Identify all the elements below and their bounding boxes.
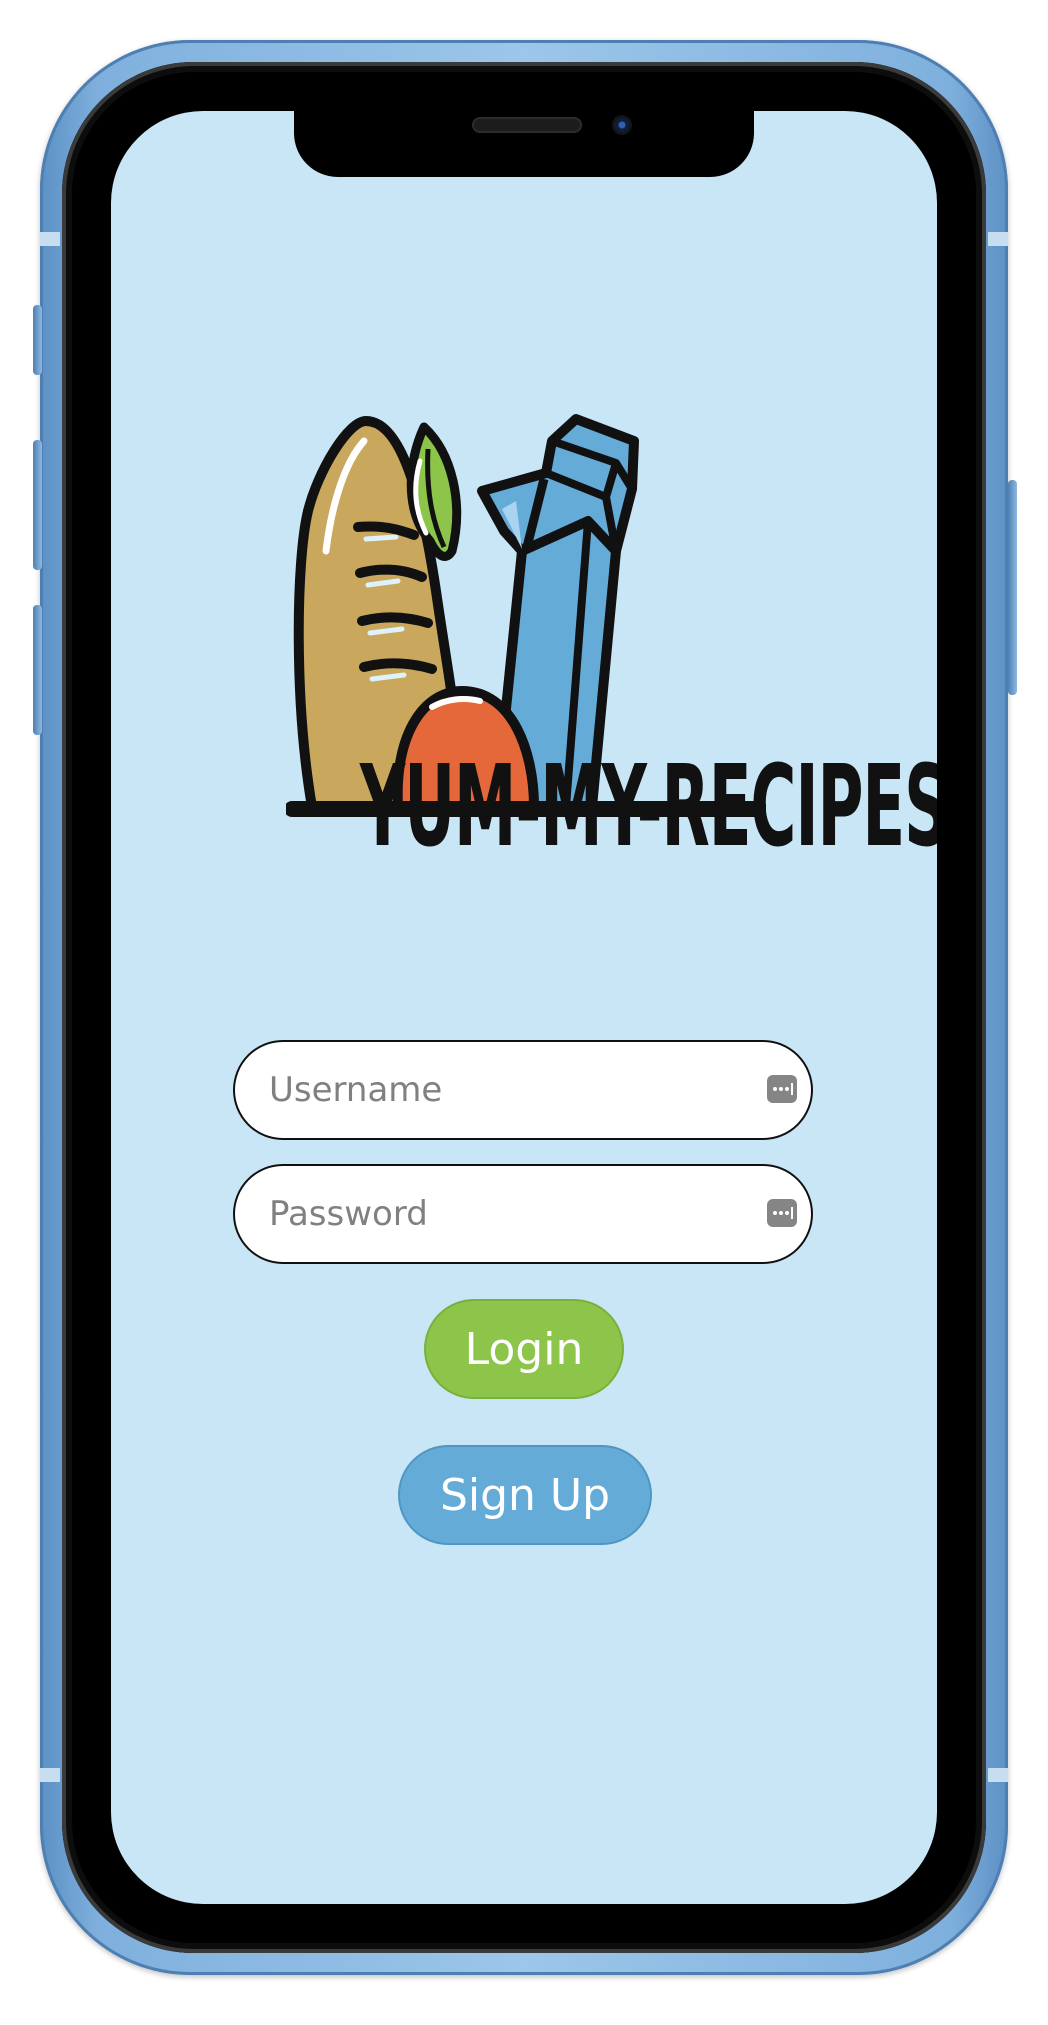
app-logo-text: YUM-MY-RECIPES (359, 742, 937, 872)
signup-button[interactable]: Sign Up (398, 1445, 652, 1545)
username-field[interactable] (233, 1040, 813, 1140)
antenna-band (988, 1768, 1008, 1782)
volume-down-button (33, 605, 42, 735)
power-button (1008, 480, 1017, 695)
username-input[interactable] (269, 1042, 739, 1138)
password-autofill-key-icon[interactable] (767, 1199, 797, 1227)
password-input[interactable] (269, 1166, 739, 1262)
front-camera (612, 115, 632, 135)
password-autofill-key-icon[interactable] (767, 1075, 797, 1103)
antenna-band (40, 1768, 60, 1782)
earpiece-speaker (472, 117, 582, 133)
mute-switch (33, 305, 42, 375)
password-field[interactable] (233, 1164, 813, 1264)
app-screen: YUM-MY-RECIPES Login Sign Up (111, 111, 937, 1904)
notch (294, 111, 754, 177)
login-button[interactable]: Login (424, 1299, 624, 1399)
antenna-band (40, 232, 60, 246)
antenna-band (988, 232, 1008, 246)
volume-up-button (33, 440, 42, 570)
